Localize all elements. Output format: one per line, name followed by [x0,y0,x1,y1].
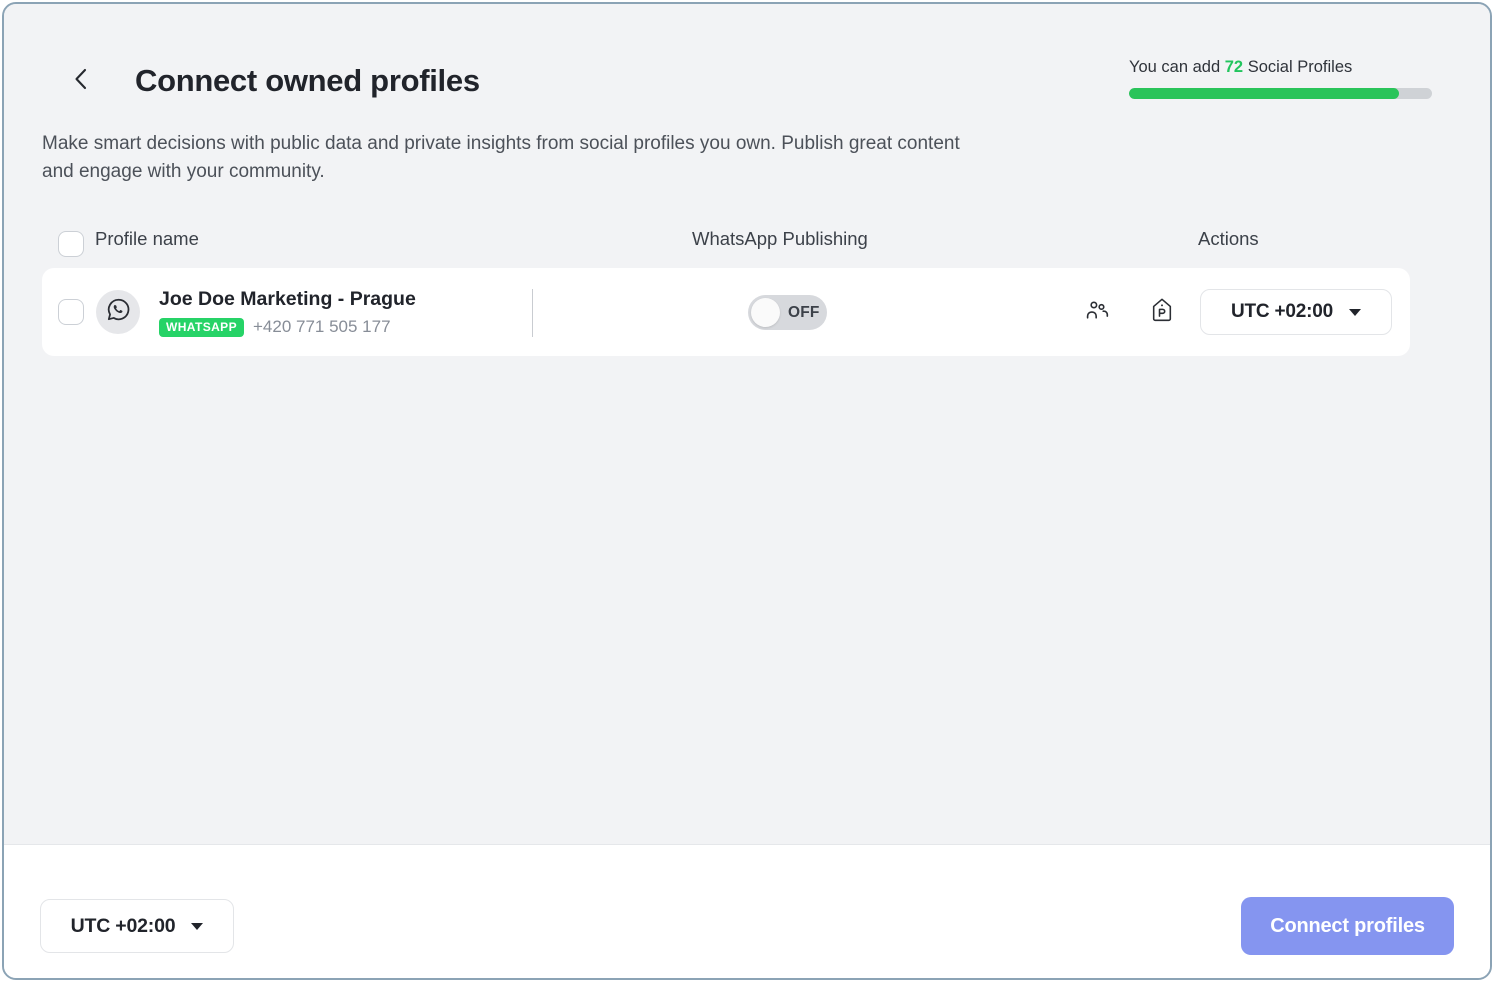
members-icon [1085,297,1111,328]
place-button[interactable] [1144,294,1180,330]
connect-profiles-button[interactable]: Connect profiles [1241,897,1454,955]
toggle-knob [751,298,780,327]
chevron-down-icon [191,923,203,930]
members-button[interactable] [1080,294,1116,330]
column-header-actions: Actions [1198,226,1259,252]
row-select-checkbox[interactable] [58,299,84,325]
page-title: Connect owned profiles [135,58,480,104]
page-header: Connect owned profiles Make smart decisi… [4,4,1490,126]
profile-phone: +420 771 505 177 [253,316,391,338]
quota-widget: You can add 72 Social Profiles [1129,56,1434,99]
table-header-row: Profile name WhatsApp Publishing Actions [4,218,1490,258]
chevron-left-icon [70,66,92,92]
quota-suffix: Social Profiles [1248,58,1353,76]
column-header-whatsapp-publishing: WhatsApp Publishing [692,226,868,252]
whatsapp-publishing-toggle[interactable]: OFF [748,295,827,330]
place-p-icon [1150,297,1174,328]
avatar [96,290,140,334]
toggle-state-label: OFF [788,304,820,322]
quota-count: 72 [1225,58,1243,76]
column-header-profile-name: Profile name [95,226,199,252]
back-button[interactable] [62,60,100,98]
footer-timezone-label: UTC +02:00 [71,915,176,938]
select-all-checkbox[interactable] [58,231,84,257]
content-area: Connect owned profiles Make smart decisi… [4,4,1490,844]
footer-bar: UTC +02:00 Connect profiles [4,844,1490,978]
whatsapp-icon [106,297,131,327]
row-divider [532,289,533,337]
quota-prefix: You can add [1129,58,1220,76]
chevron-down-icon [1349,309,1361,316]
profile-name: Joe Doe Marketing - Prague [159,286,416,312]
quota-text: You can add 72 Social Profiles [1129,56,1434,78]
footer-timezone-select[interactable]: UTC +02:00 [40,899,234,953]
quota-progress-fill [1129,88,1399,99]
row-timezone-select[interactable]: UTC +02:00 [1200,289,1392,335]
network-badge: WHATSAPP [159,318,244,337]
profile-meta: WHATSAPP +420 771 505 177 [159,316,391,338]
page-subtitle: Make smart decisions with public data an… [42,130,992,186]
quota-progress-track [1129,88,1432,99]
row-timezone-label: UTC +02:00 [1231,301,1333,323]
table-row[interactable]: Joe Doe Marketing - Prague WHATSAPP +420… [42,268,1410,356]
connect-profiles-window: Connect owned profiles Make smart decisi… [2,2,1492,980]
